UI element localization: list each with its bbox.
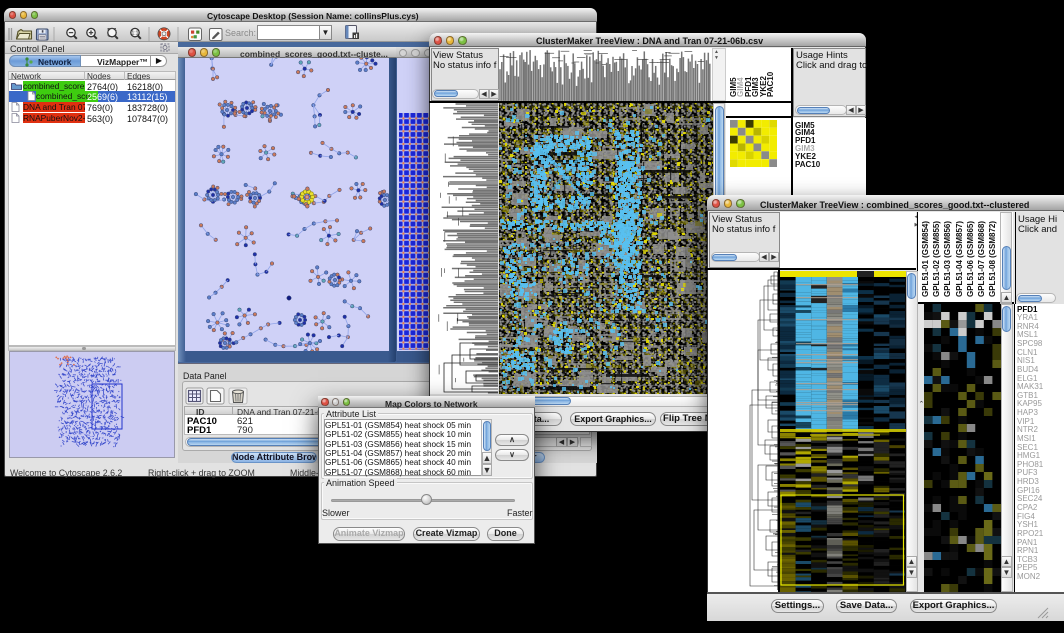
svg-text:1:1: 1:1 [132,30,139,36]
